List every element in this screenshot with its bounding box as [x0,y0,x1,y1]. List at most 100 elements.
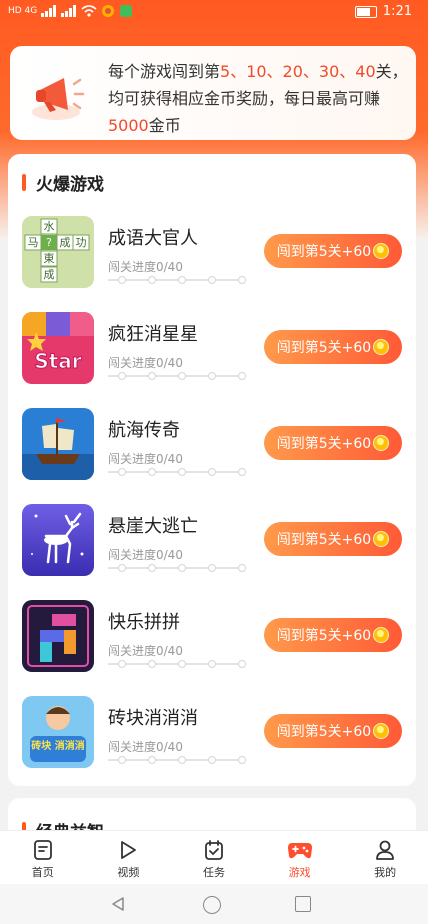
notice-line1-prefix: 每个游戏闯到第 [108,62,221,81]
thumb-star-text: Star [34,349,81,373]
play-reward-button[interactable]: 闯到第5关+60 [264,234,402,268]
tab-label: 首页 [31,866,54,879]
progress-dot [118,372,126,380]
progress-dot [118,276,126,284]
back-icon[interactable] [110,896,126,912]
play-reward-label: 闯到第5关+60 [276,532,372,548]
hot-games-section: 火爆游戏 水 马 ? 成 功 東 成 成语大官人 闯关进度0/40 闯到第5关+… [8,154,416,786]
notice-line1-suffix: 关， [375,62,408,81]
progress-dot [148,660,156,668]
tab-video[interactable]: 视频 [86,831,172,885]
progress-dot [238,468,246,476]
game-name[interactable]: 悬崖大逃亡 [108,512,198,538]
notice-levels: 5、10、20、30、40 [220,62,376,81]
coin-icon [373,723,390,739]
section-title-text: 火爆游戏 [36,175,104,195]
tab-tasks[interactable]: 任务 [171,831,257,885]
progress-dot [238,564,246,572]
wifi-icon [81,5,97,17]
battery-icon [354,5,377,18]
progress-dot [238,756,246,764]
game-thumbnail-deer[interactable] [22,504,94,576]
signal-2-icon [61,5,77,17]
play-reward-label: 闯到第5关+60 [276,436,372,452]
play-icon [121,841,137,859]
game-thumbnail-ship[interactable] [22,408,94,480]
thumb-char: 成 [44,268,55,281]
progress-dot [238,276,246,284]
thumb-char: 马 [28,236,39,249]
game-name[interactable]: 航海传奇 [108,416,180,442]
game-item[interactable]: 航海传奇 闯关进度0/40 闯到第5关+60 [8,408,416,504]
bottom-tab-bar: 首页 视频 任务 游戏 我的 [0,830,428,885]
status-time: 1:21 [382,4,412,19]
game-progress-text: 闯关进度0/40 [108,548,183,562]
progress-dot [148,756,156,764]
thumb-char: 成 [60,236,71,249]
game-item[interactable]: 砖块 消消消 砖块消消消 闯关进度0/40 闯到第5关+60 [8,696,416,792]
tab-profile[interactable]: 我的 [342,831,428,885]
play-reward-button[interactable]: 闯到第5关+60 [264,618,402,652]
progress-dot [148,372,156,380]
progress-dot [178,372,186,380]
game-item[interactable]: 快乐拼拼 闯关进度0/40 闯到第5关+60 [8,600,416,696]
coin-icon [373,435,390,451]
progress-dot [148,276,156,284]
game-progress-text: 闯关进度0/40 [108,740,183,754]
play-reward-button[interactable]: 闯到第5关+60 [264,522,402,556]
signal-icon [41,5,57,17]
play-reward-button[interactable]: 闯到第5关+60 [264,426,402,460]
system-nav-bar [0,884,428,924]
game-name[interactable]: 疯狂消星星 [108,320,198,346]
play-reward-button[interactable]: 闯到第5关+60 [264,714,402,748]
thumb-brick-text: 砖块 消消消 [31,739,84,752]
recent-apps-icon[interactable] [295,896,311,912]
user-icon [376,840,395,860]
progress-dot [238,372,246,380]
game-name[interactable]: 成语大官人 [108,224,198,250]
progress-dot [178,660,186,668]
home-circle-icon[interactable] [203,896,221,914]
thumb-char: ? [46,236,52,249]
thumb-char: 東 [44,252,55,265]
tab-label: 任务 [202,866,225,879]
tab-label: 游戏 [288,866,311,879]
progress-dot [238,660,246,668]
play-reward-button[interactable]: 闯到第5关+60 [264,330,402,364]
progress-dot [208,756,216,764]
progress-track [108,756,246,764]
game-item[interactable]: 水 马 ? 成 功 東 成 成语大官人 闯关进度0/40 闯到第5关+60 [8,216,416,312]
reward-notice-card: 每个游戏闯到第5、10、20、30、40关， 均可获得相应金币奖励，每日最高可赚… [10,46,416,140]
game-item[interactable]: 悬崖大逃亡 闯关进度0/40 闯到第5关+60 [8,504,416,600]
play-reward-label: 闯到第5关+60 [276,340,372,356]
progress-dot [208,564,216,572]
app-notification-2-icon [120,5,133,17]
thumb-char: 水 [44,220,55,233]
title-accent-bar [22,174,26,191]
tab-home[interactable]: 首页 [0,831,86,885]
play-reward-label: 闯到第5关+60 [276,244,372,260]
progress-dot [178,468,186,476]
notice-amount: 5000 [108,116,149,135]
coin-icon [373,531,390,547]
progress-dot [118,756,126,764]
status-bar: HD 4G 1:21 [0,0,428,26]
coin-icon [373,243,390,259]
tab-games[interactable]: 游戏 [257,831,343,885]
coin-icon [373,339,390,355]
game-name[interactable]: 砖块消消消 [108,704,198,730]
progress-track [108,276,246,284]
game-name[interactable]: 快乐拼拼 [108,608,180,634]
game-thumbnail-blocks[interactable] [22,600,94,672]
carrier-tags: HD 4G [8,6,38,16]
section-title: 火爆游戏 [22,170,104,195]
game-thumbnail-brick[interactable]: 砖块 消消消 [22,696,94,768]
coin-icon [373,627,390,643]
signal-group: HD 4G [8,4,133,18]
progress-dot [178,756,186,764]
game-progress-text: 闯关进度0/40 [108,260,183,274]
game-thumbnail-star[interactable]: Star [22,312,94,384]
game-item[interactable]: Star 疯狂消星星 闯关进度0/40 闯到第5关+60 [8,312,416,408]
game-thumbnail-idiom[interactable]: 水 马 ? 成 功 東 成 [22,216,94,288]
progress-dot [178,564,186,572]
